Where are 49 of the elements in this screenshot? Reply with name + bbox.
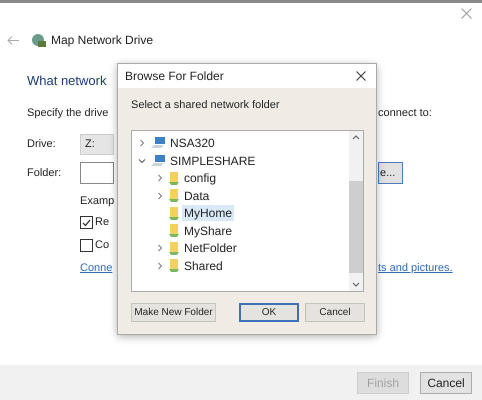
chevron-right-icon[interactable]	[156, 174, 164, 182]
tree-item[interactable]: Shared	[182, 258, 225, 274]
link[interactable]: ts and pictures.	[378, 260, 453, 276]
dialog-title: Browse For Folder	[125, 68, 224, 85]
close-icon[interactable]	[356, 71, 366, 81]
checkbox[interactable]	[80, 216, 93, 229]
folder-icon	[168, 206, 180, 221]
folder-icon	[168, 258, 180, 274]
tree-item[interactable]: MyHome	[182, 205, 234, 222]
chevron-down-icon[interactable]	[138, 156, 146, 165]
browse-button[interactable]: e...	[378, 162, 403, 184]
tree-item[interactable]: MyShare	[182, 222, 234, 239]
cancel-button[interactable]: Cancel	[305, 302, 365, 322]
chevron-right-icon[interactable]	[156, 244, 164, 252]
page-heading: What network	[27, 72, 106, 90]
tree-item[interactable]: NetFolder	[182, 240, 239, 256]
folder-label: Folder:	[27, 166, 62, 181]
checkbox-label: Co	[95, 238, 110, 254]
network-drive-icon	[31, 32, 47, 48]
folder-icon	[168, 240, 180, 256]
make-new-folder-button[interactable]: Make New Folder	[131, 302, 216, 322]
link[interactable]: Conne	[80, 260, 112, 276]
chevron-right-icon[interactable]	[138, 139, 146, 148]
dialog-prompt: Select a shared network folder	[131, 98, 281, 113]
chevron-right-icon[interactable]	[156, 262, 164, 270]
folder-icon	[168, 188, 180, 204]
folder-icon	[168, 170, 180, 186]
cancel-button[interactable]: Cancel	[420, 372, 472, 394]
window-title: Map Network Drive	[51, 32, 154, 49]
back-arrow-icon[interactable]	[7, 36, 19, 44]
computer-icon	[150, 136, 166, 150]
tree-item[interactable]: SIMPLESHARE	[168, 152, 258, 169]
folder-icon	[168, 223, 180, 238]
tree-item[interactable]: NSA320	[168, 135, 217, 152]
chevron-right-icon[interactable]	[156, 192, 164, 200]
checkbox-label: Re	[95, 215, 110, 230]
folder-input[interactable]	[80, 162, 114, 184]
tree-item[interactable]: Data	[182, 188, 212, 204]
scrollbar[interactable]	[349, 130, 363, 290]
checkbox[interactable]	[80, 239, 93, 252]
instruction-text: Specify the drive	[27, 106, 108, 121]
ok-button[interactable]: OK	[239, 302, 299, 322]
drive-dropdown[interactable]: Z:	[80, 134, 114, 154]
instruction-text: connect to:	[378, 106, 432, 121]
drive-label: Drive:	[27, 136, 57, 152]
tree-item[interactable]: config	[182, 170, 218, 186]
computer-icon	[150, 154, 166, 168]
example-text: Examp	[80, 194, 114, 209]
checkmark-icon	[82, 218, 91, 226]
